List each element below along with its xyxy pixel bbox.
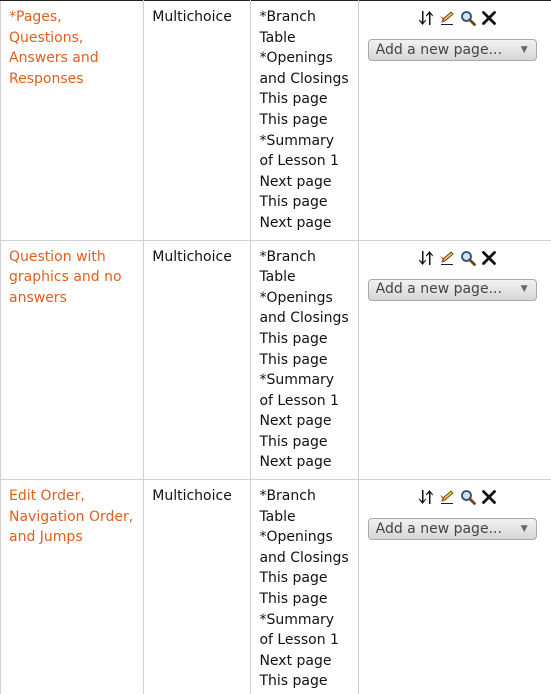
jump-target: This page <box>259 673 328 690</box>
jump-target: This page <box>259 330 328 347</box>
jump-target: *Branch Table <box>259 248 316 286</box>
page-title-cell: Edit Order, Navigation Order, and Jumps <box>0 479 145 694</box>
lesson-pages-view: *Pages, Questions, Answers and Responses… <box>0 0 551 694</box>
preview-icon[interactable] <box>460 10 476 26</box>
jump-target: This page <box>259 91 328 108</box>
delete-icon[interactable] <box>481 489 497 505</box>
page-type-cell: Multichoice <box>143 239 252 481</box>
jump-target: *Branch Table <box>259 9 316 46</box>
delete-icon[interactable] <box>481 10 497 26</box>
page-type: Multichoice <box>152 248 232 265</box>
preview-icon[interactable] <box>460 250 476 266</box>
jump-target: Next page <box>259 652 332 669</box>
jump-target: This page <box>259 351 328 368</box>
edit-icon[interactable] <box>439 250 455 266</box>
jump-target: *Summary of Lesson 1 <box>259 611 339 649</box>
actions-cell: Add a new page... ▼ <box>357 239 551 481</box>
action-icons <box>367 489 544 509</box>
action-icons <box>367 10 544 30</box>
add-page-select[interactable]: Add a new page... ▼ <box>367 278 537 301</box>
page-title-link[interactable]: Edit Order, Navigation Order, and Jumps <box>9 488 133 545</box>
jump-target: This page <box>259 591 328 608</box>
edit-icon[interactable] <box>439 489 455 505</box>
page-type-cell: Multichoice <box>143 479 252 694</box>
chevron-down-icon: ▼ <box>520 44 528 55</box>
table-row: Question with graphics and no answers Mu… <box>0 239 551 481</box>
jump-target: Next page <box>259 454 332 471</box>
jump-target: This page <box>259 194 328 211</box>
preview-icon[interactable] <box>460 489 476 505</box>
page-type-cell: Multichoice <box>143 0 252 241</box>
jump-target: *Openings and Closings <box>259 529 349 566</box>
jump-target: Next page <box>259 173 332 190</box>
page-type: Multichoice <box>152 9 232 25</box>
table-row: Edit Order, Navigation Order, and Jumps … <box>0 479 551 694</box>
jump-target: Next page <box>259 413 332 430</box>
add-page-label: Add a new page... <box>375 281 502 298</box>
actions-cell: Add a new page... ▼ <box>357 0 551 241</box>
delete-icon[interactable] <box>481 250 497 266</box>
jump-target: *Branch Table <box>259 488 316 525</box>
table-row: *Pages, Questions, Answers and Responses… <box>0 0 551 241</box>
add-page-label: Add a new page... <box>375 520 502 537</box>
jump-target: *Summary of Lesson 1 <box>259 132 339 170</box>
jump-target: *Summary of Lesson 1 <box>259 372 339 409</box>
chevron-down-icon: ▼ <box>520 523 528 534</box>
page-title-cell: *Pages, Questions, Answers and Responses <box>0 0 145 241</box>
move-icon[interactable] <box>418 250 434 266</box>
chevron-down-icon: ▼ <box>520 284 528 295</box>
add-page-select[interactable]: Add a new page... ▼ <box>367 518 537 541</box>
page-type: Multichoice <box>152 488 232 505</box>
jumps-cell: *Branch Table *Openings and Closings This … <box>250 479 359 694</box>
jump-target: This page <box>259 570 328 587</box>
page-title-cell: Question with graphics and no answers <box>0 239 145 481</box>
jump-target: *Openings and Closings <box>259 289 349 327</box>
jump-target: Next page <box>259 214 332 231</box>
lesson-pages-table: *Pages, Questions, Answers and Responses… <box>0 0 551 694</box>
move-icon[interactable] <box>418 489 434 505</box>
page-title-link[interactable]: *Pages, Questions, Answers and Responses <box>9 9 99 87</box>
move-icon[interactable] <box>418 10 434 26</box>
jumps-cell: *Branch Table *Openings and Closings This … <box>250 239 359 481</box>
jump-target: *Openings and Closings <box>259 50 349 87</box>
add-page-label: Add a new page... <box>375 41 502 58</box>
action-icons <box>367 250 544 270</box>
edit-icon[interactable] <box>439 10 455 26</box>
jumps-cell: *Branch Table *Openings and Closings This … <box>250 0 359 241</box>
page-title-link[interactable]: Question with graphics and no answers <box>9 249 122 306</box>
jump-target: This page <box>259 433 328 450</box>
jump-target: This page <box>259 111 328 128</box>
add-page-select[interactable]: Add a new page... ▼ <box>367 39 537 61</box>
actions-cell: Add a new page... ▼ <box>357 479 551 694</box>
